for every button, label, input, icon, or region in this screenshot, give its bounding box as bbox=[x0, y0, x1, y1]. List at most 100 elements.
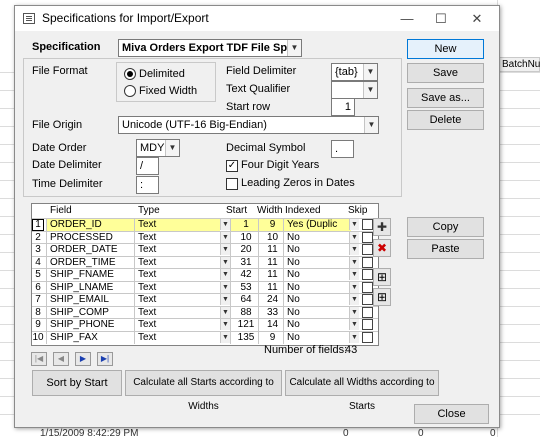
field-width-cell[interactable]: 33 bbox=[258, 306, 283, 319]
date-order-combo[interactable]: MDY ▼ bbox=[136, 139, 180, 157]
chevron-down-icon[interactable]: ▼ bbox=[349, 306, 359, 318]
next-record-icon[interactable]: ▶ bbox=[75, 352, 91, 366]
row-number[interactable]: 4 bbox=[32, 257, 44, 269]
chevron-down-icon[interactable]: ▼ bbox=[349, 231, 359, 243]
file-origin-combo[interactable]: Unicode (UTF-16 Big-Endian) ▼ bbox=[118, 116, 379, 134]
chevron-down-icon[interactable]: ▼ bbox=[220, 331, 230, 343]
first-record-icon[interactable]: |◀ bbox=[31, 352, 47, 366]
calculate-starts-button[interactable]: Calculate all Starts according to Widths bbox=[125, 370, 282, 412]
field-name-cell[interactable]: SHIP_COMP bbox=[46, 306, 134, 319]
table-row[interactable]: 8 SHIP_COMP Text 88 33 No ▼ ▼ bbox=[32, 305, 378, 319]
field-type-cell[interactable]: Text bbox=[134, 219, 220, 231]
field-type-cell[interactable]: Text bbox=[134, 294, 220, 306]
last-record-icon[interactable]: ▶| bbox=[97, 352, 113, 366]
chevron-down-icon[interactable]: ▼ bbox=[363, 64, 377, 80]
field-name-cell[interactable]: ORDER_DATE bbox=[46, 244, 134, 256]
field-indexed-cell[interactable]: No bbox=[283, 331, 351, 344]
chevron-down-icon[interactable]: ▼ bbox=[349, 294, 359, 305]
fixed-width-radio[interactable] bbox=[124, 85, 136, 97]
chevron-down-icon[interactable]: ▼ bbox=[220, 231, 230, 243]
field-indexed-cell[interactable]: No bbox=[283, 306, 351, 319]
field-type-cell[interactable]: Text bbox=[134, 306, 220, 319]
import-rows-icon[interactable]: ⊞ bbox=[373, 268, 391, 286]
table-row[interactable]: 9 SHIP_PHONE Text 121 14 No ▼ ▼ bbox=[32, 318, 378, 331]
title-bar[interactable]: Specifications for Import/Export — ☐ ✕ bbox=[15, 6, 499, 31]
chevron-down-icon[interactable]: ▼ bbox=[287, 40, 301, 56]
chevron-down-icon[interactable]: ▼ bbox=[220, 306, 230, 318]
skip-checkbox[interactable] bbox=[362, 331, 373, 343]
field-width-cell[interactable]: 9 bbox=[258, 331, 283, 344]
field-start-cell[interactable]: 64 bbox=[230, 294, 258, 306]
skip-checkbox[interactable] bbox=[362, 294, 373, 305]
chevron-down-icon[interactable]: ▼ bbox=[349, 256, 359, 268]
skip-checkbox[interactable] bbox=[362, 219, 373, 230]
field-name-cell[interactable]: PROCESSED bbox=[46, 231, 134, 244]
table-row[interactable]: 2 PROCESSED Text 10 10 No ▼ ▼ bbox=[32, 230, 378, 244]
field-start-cell[interactable]: 42 bbox=[230, 269, 258, 281]
skip-checkbox[interactable] bbox=[362, 306, 373, 318]
skip-checkbox[interactable] bbox=[362, 319, 373, 330]
field-width-cell[interactable]: 11 bbox=[258, 256, 283, 269]
skip-checkbox[interactable] bbox=[362, 281, 373, 293]
paste-button[interactable]: Paste bbox=[407, 239, 484, 259]
field-indexed-cell[interactable]: No bbox=[283, 244, 351, 256]
table-row[interactable]: 3 ORDER_DATE Text 20 11 No ▼ ▼ bbox=[32, 243, 378, 256]
minimize-button[interactable]: — bbox=[391, 6, 423, 31]
field-width-cell[interactable]: 11 bbox=[258, 269, 283, 281]
field-start-cell[interactable]: 10 bbox=[230, 231, 258, 244]
table-row[interactable]: 5 SHIP_FNAME Text 42 11 No ▼ ▼ bbox=[32, 268, 378, 281]
field-type-cell[interactable]: Text bbox=[134, 244, 220, 256]
field-indexed-cell[interactable]: No bbox=[283, 281, 351, 294]
field-name-cell[interactable]: SHIP_PHONE bbox=[46, 319, 134, 331]
field-type-cell[interactable]: Text bbox=[134, 319, 220, 331]
field-width-cell[interactable]: 11 bbox=[258, 281, 283, 294]
time-delimiter-input[interactable]: : bbox=[136, 176, 159, 194]
row-number[interactable]: 7 bbox=[32, 294, 44, 306]
specification-combo[interactable]: Miva Orders Export TDF File Spec ▼ bbox=[118, 39, 302, 57]
decimal-symbol-input[interactable]: . bbox=[331, 140, 354, 158]
chevron-down-icon[interactable]: ▼ bbox=[349, 331, 359, 343]
delimited-radio[interactable] bbox=[124, 68, 136, 80]
chevron-down-icon[interactable]: ▼ bbox=[349, 244, 359, 255]
field-indexed-cell[interactable]: No bbox=[283, 269, 351, 281]
date-delimiter-input[interactable]: / bbox=[136, 157, 159, 175]
field-start-cell[interactable]: 1 bbox=[230, 219, 258, 231]
row-number[interactable]: 9 bbox=[32, 319, 44, 331]
row-number[interactable]: 6 bbox=[32, 282, 44, 294]
field-name-cell[interactable]: SHIP_FNAME bbox=[46, 269, 134, 281]
field-indexed-cell[interactable]: No bbox=[283, 256, 351, 269]
save-button[interactable]: Save bbox=[407, 63, 484, 83]
chevron-down-icon[interactable]: ▼ bbox=[349, 219, 359, 230]
field-type-cell[interactable]: Text bbox=[134, 231, 220, 244]
table-row[interactable]: 4 ORDER_TIME Text 31 11 No ▼ ▼ bbox=[32, 255, 378, 269]
field-width-cell[interactable]: 10 bbox=[258, 231, 283, 244]
field-indexed-cell[interactable]: No bbox=[283, 294, 351, 306]
table-row[interactable]: 7 SHIP_EMAIL Text 64 24 No ▼ ▼ bbox=[32, 293, 378, 306]
close-button[interactable]: Close bbox=[414, 404, 489, 424]
table-row[interactable]: 10 SHIP_FAX Text 135 9 No ▼ ▼ bbox=[32, 330, 378, 344]
field-width-cell[interactable]: 9 bbox=[258, 219, 283, 231]
row-number[interactable]: 3 bbox=[32, 244, 44, 256]
table-row[interactable]: 6 SHIP_LNAME Text 53 11 No ▼ ▼ bbox=[32, 280, 378, 294]
skip-checkbox[interactable] bbox=[362, 244, 373, 255]
field-width-cell[interactable]: 14 bbox=[258, 319, 283, 331]
chevron-down-icon[interactable]: ▼ bbox=[349, 319, 359, 330]
field-specification-grid[interactable]: Field Type Start Width Indexed Skip 1 ORD… bbox=[31, 203, 379, 346]
chevron-down-icon[interactable]: ▼ bbox=[349, 281, 359, 293]
field-indexed-cell[interactable]: Yes (Duplic bbox=[283, 219, 351, 231]
chevron-down-icon[interactable]: ▼ bbox=[220, 281, 230, 293]
delete-row-icon[interactable]: ✖ bbox=[373, 239, 391, 257]
sort-by-start-button[interactable]: Sort by Start bbox=[32, 370, 122, 396]
row-number[interactable]: 1 bbox=[32, 219, 44, 231]
field-start-cell[interactable]: 53 bbox=[230, 281, 258, 294]
chevron-down-icon[interactable]: ▼ bbox=[220, 244, 230, 255]
leading-zeros-checkbox[interactable] bbox=[226, 178, 238, 190]
field-start-cell[interactable]: 88 bbox=[230, 306, 258, 319]
field-start-cell[interactable]: 20 bbox=[230, 244, 258, 256]
field-width-cell[interactable]: 11 bbox=[258, 244, 283, 256]
four-digit-years-checkbox[interactable]: ✓ bbox=[226, 160, 238, 172]
insert-row-icon[interactable]: ✚ bbox=[373, 218, 391, 236]
chevron-down-icon[interactable]: ▼ bbox=[349, 269, 359, 280]
skip-checkbox[interactable] bbox=[362, 269, 373, 280]
chevron-down-icon[interactable]: ▼ bbox=[363, 82, 377, 98]
